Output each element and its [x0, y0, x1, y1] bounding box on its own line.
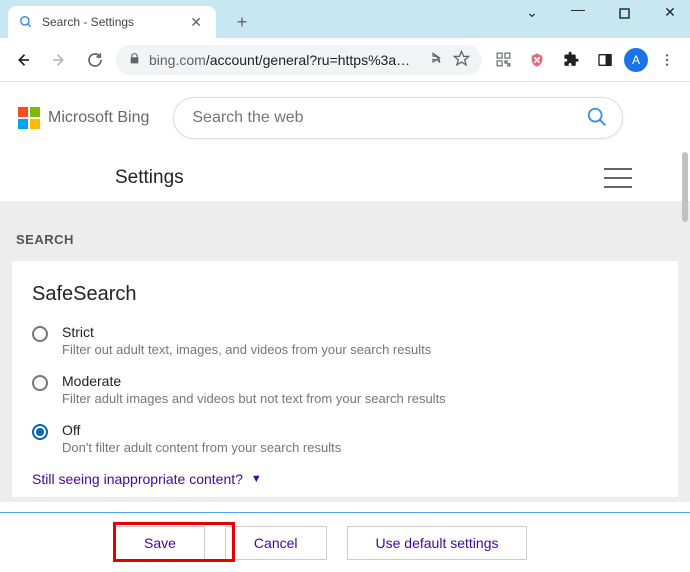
kebab-menu-icon[interactable]: [652, 45, 682, 75]
bing-header: Microsoft Bing: [0, 82, 690, 154]
settings-header: Settings: [0, 154, 690, 202]
radio-label: Moderate: [62, 373, 446, 389]
radio-label: Strict: [62, 324, 431, 340]
window-titlebar: Search - Settings ✕ + ⌄ — ✕: [0, 0, 690, 38]
url-text: bing.com/account/general?ru=https%3a%2f…: [149, 52, 421, 68]
close-icon[interactable]: ✕: [186, 14, 206, 31]
back-button[interactable]: [8, 45, 38, 75]
search-icon: [18, 14, 34, 30]
hamburger-menu-icon[interactable]: [604, 168, 632, 188]
minimize-button[interactable]: —: [564, 1, 592, 17]
address-bar[interactable]: bing.com/account/general?ru=https%3a%2f…: [116, 45, 482, 75]
radio-strict[interactable]: Strict Filter out adult text, images, an…: [32, 324, 658, 357]
footer-bar: Save Cancel Use default settings: [0, 512, 690, 572]
avatar[interactable]: A: [624, 48, 648, 72]
reload-button[interactable]: [80, 45, 110, 75]
scrollbar-thumb[interactable]: [682, 152, 688, 222]
inappropriate-content-link[interactable]: Still seeing inappropriate content? ▼: [32, 471, 658, 487]
star-icon[interactable]: [453, 50, 470, 70]
card-title: SafeSearch: [32, 283, 658, 306]
share-icon[interactable]: [429, 50, 445, 69]
safesearch-card: SafeSearch Strict Filter out adult text,…: [12, 261, 678, 497]
use-default-settings-button[interactable]: Use default settings: [347, 526, 528, 560]
new-tab-button[interactable]: +: [228, 8, 256, 36]
radio-description: Filter adult images and videos but not t…: [62, 391, 446, 406]
chevron-down-icon[interactable]: ⌄: [518, 4, 546, 21]
search-input[interactable]: [192, 109, 586, 127]
tab-title: Search - Settings: [42, 15, 178, 29]
browser-toolbar: bing.com/account/general?ru=https%3a%2f……: [0, 38, 690, 82]
forward-button[interactable]: [44, 45, 74, 75]
lock-icon: [128, 52, 141, 68]
cancel-button[interactable]: Cancel: [225, 526, 327, 560]
search-icon[interactable]: [586, 106, 608, 131]
bing-logo[interactable]: Microsoft Bing: [18, 107, 149, 129]
radio-description: Filter out adult text, images, and video…: [62, 342, 431, 357]
extensions-icon[interactable]: [556, 45, 586, 75]
radio-moderate[interactable]: Moderate Filter adult images and videos …: [32, 373, 658, 406]
settings-body: SEARCH SafeSearch Strict Filter out adul…: [0, 202, 690, 502]
save-button[interactable]: Save: [115, 526, 205, 560]
radio-icon: [32, 326, 48, 342]
close-window-button[interactable]: ✕: [656, 4, 684, 21]
radio-icon: [32, 424, 48, 440]
bing-search-box[interactable]: [173, 97, 623, 139]
window-controls: ⌄ — ✕: [518, 4, 684, 21]
sidepanel-icon[interactable]: [590, 45, 620, 75]
microsoft-logo-icon: [18, 107, 40, 129]
radio-label: Off: [62, 422, 341, 438]
maximize-button[interactable]: [610, 5, 638, 21]
chevron-down-icon: ▼: [251, 473, 262, 485]
radio-off[interactable]: Off Don't filter adult content from your…: [32, 422, 658, 455]
page-viewport: Microsoft Bing Settings SEARCH SafeSearc…: [0, 82, 690, 572]
extension-blocker-icon[interactable]: [522, 45, 552, 75]
section-label: SEARCH: [16, 232, 678, 247]
radio-description: Don't filter adult content from your sea…: [62, 440, 341, 455]
browser-tab[interactable]: Search - Settings ✕: [8, 6, 216, 38]
radio-icon: [32, 375, 48, 391]
extension-qr-icon[interactable]: [488, 45, 518, 75]
bing-logo-text: Microsoft Bing: [48, 109, 149, 127]
page-title: Settings: [115, 167, 184, 189]
